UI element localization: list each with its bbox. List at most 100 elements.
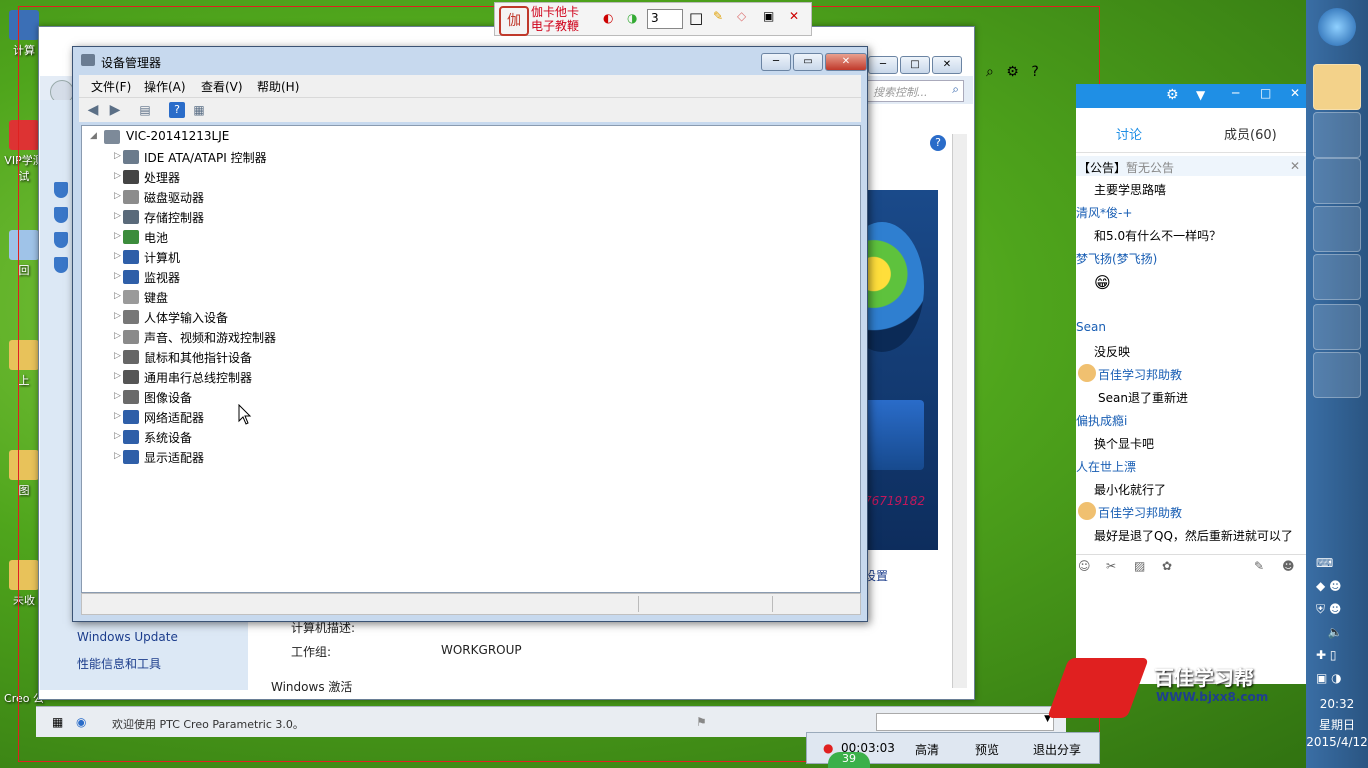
- forward-arrow-icon[interactable]: ▶: [107, 102, 123, 118]
- tab-discussion[interactable]: 讨论: [1116, 124, 1142, 143]
- minimize-icon[interactable]: ─: [1232, 86, 1239, 100]
- add-user-icon[interactable]: ☻: [1282, 559, 1295, 573]
- close-icon[interactable]: ✕: [1290, 159, 1300, 173]
- mouse-left-icon[interactable]: ◐: [603, 11, 613, 25]
- chat-sender[interactable]: 百佳学习邦助教: [1098, 504, 1182, 521]
- close-button[interactable]: ✕: [825, 53, 867, 71]
- security-icon[interactable]: ⛨ ☻: [1316, 598, 1342, 621]
- monitor-icon[interactable]: ▣ ◑: [1316, 667, 1342, 690]
- show-hide-tree-icon[interactable]: ▤: [137, 102, 153, 118]
- expand-arrow-icon[interactable]: ▷: [114, 431, 121, 441]
- menu-view[interactable]: 查看(V): [201, 78, 243, 95]
- close-button[interactable]: ✕: [932, 56, 962, 74]
- image-icon[interactable]: ▨: [1134, 559, 1145, 573]
- link-windows-update[interactable]: Windows Update: [77, 630, 178, 644]
- minimize-button[interactable]: ─: [761, 53, 791, 71]
- settings-icon[interactable]: ⚙: [1166, 87, 1179, 103]
- rectangle-icon[interactable]: □: [689, 9, 703, 27]
- mouse-cursor-icon: [238, 404, 252, 425]
- avatar[interactable]: [1078, 502, 1096, 520]
- taskbar-app-excel[interactable]: [1313, 158, 1361, 204]
- properties-icon[interactable]: ▦: [191, 102, 207, 118]
- taskbar-app-explorer[interactable]: [1313, 112, 1361, 158]
- clock-weekday[interactable]: 星期日: [1306, 716, 1368, 733]
- clock-date[interactable]: 2015/4/12: [1306, 735, 1368, 749]
- tray-misc-icon[interactable]: ✚ ▯: [1316, 644, 1342, 667]
- taskbar-app-notes[interactable]: [1313, 206, 1361, 252]
- mouse-right-icon[interactable]: ◑: [627, 11, 637, 25]
- chat-sender[interactable]: 偏执成瘾i: [1076, 412, 1127, 429]
- eraser-icon[interactable]: ◇: [737, 9, 746, 23]
- expand-arrow-icon[interactable]: ▷: [114, 371, 121, 381]
- expand-arrow-icon[interactable]: ▷: [114, 231, 121, 241]
- preview-button[interactable]: 预览: [975, 741, 999, 758]
- hd-button[interactable]: 高清: [915, 741, 939, 758]
- avatar[interactable]: [1078, 364, 1096, 382]
- device-icon: [123, 250, 139, 264]
- chat-sender[interactable]: 梦飞扬(梦飞扬): [1076, 250, 1157, 267]
- expand-arrow-icon[interactable]: ▷: [114, 331, 121, 341]
- flag-icon[interactable]: ⚑: [696, 715, 707, 729]
- help-circle-icon[interactable]: ?: [930, 135, 946, 151]
- tab-members[interactable]: 成员(60): [1224, 124, 1277, 143]
- save-icon[interactable]: ▣: [763, 9, 774, 23]
- expand-arrow-icon[interactable]: ▷: [114, 211, 121, 221]
- clock-time[interactable]: 20:32: [1306, 697, 1368, 711]
- expand-arrow-icon[interactable]: ▷: [114, 291, 121, 301]
- search-icon[interactable]: ⌕: [986, 64, 994, 80]
- scissors-icon[interactable]: ✂: [1106, 559, 1116, 573]
- maximize-icon[interactable]: □: [1260, 86, 1271, 100]
- annotation-logo[interactable]: 伽: [499, 6, 529, 36]
- back-arrow-icon[interactable]: ◀: [85, 102, 101, 118]
- menu-action[interactable]: 操作(A): [144, 78, 186, 95]
- settings-icon[interactable]: ⚙: [1006, 64, 1019, 80]
- exit-share-button[interactable]: 退出分享: [1033, 741, 1081, 758]
- expand-arrow-icon[interactable]: ▷: [114, 151, 121, 161]
- network-icon[interactable]: ◆ ☻: [1316, 575, 1342, 598]
- collapse-arrow-icon[interactable]: ◢: [90, 131, 97, 141]
- expand-arrow-icon[interactable]: ▷: [114, 311, 121, 321]
- minimize-button[interactable]: ─: [868, 56, 898, 74]
- pen-width-input[interactable]: 3: [647, 9, 683, 29]
- pencil-icon[interactable]: ✎: [713, 9, 723, 23]
- chat-sender[interactable]: 人在世上漂: [1076, 458, 1136, 475]
- chat-sender[interactable]: 清风*俊-+: [1076, 204, 1132, 221]
- chat-sender[interactable]: 百佳学习邦助教: [1098, 366, 1182, 383]
- close-icon[interactable]: ✕: [1290, 86, 1300, 100]
- help-icon[interactable]: ?: [169, 102, 185, 118]
- taskbar-app-qq[interactable]: [1313, 64, 1361, 110]
- expand-arrow-icon[interactable]: ▷: [114, 271, 121, 281]
- chevron-down-icon[interactable]: ▼: [1196, 88, 1205, 102]
- volume-icon[interactable]: 🔈: [1316, 621, 1342, 644]
- edit-icon[interactable]: ✎: [1254, 559, 1264, 573]
- menu-help[interactable]: 帮助(H): [257, 78, 299, 95]
- expand-arrow-icon[interactable]: ▷: [114, 411, 121, 421]
- start-button[interactable]: [1318, 8, 1356, 46]
- taskbar-app-control[interactable]: [1313, 304, 1361, 350]
- keyboard-icon[interactable]: ⌨: [1316, 552, 1342, 575]
- expand-arrow-icon[interactable]: ▷: [114, 171, 121, 181]
- chat-sender[interactable]: Sean: [1076, 320, 1106, 334]
- title-bar[interactable]: 设备管理器 ─ ▭ ✕: [73, 47, 867, 75]
- expand-arrow-icon[interactable]: ▷: [114, 251, 121, 261]
- expand-arrow-icon[interactable]: ▷: [114, 351, 121, 361]
- toolbar: ◀ ▶ ▤ ? ▦: [79, 97, 861, 122]
- expand-arrow-icon[interactable]: ▷: [114, 191, 121, 201]
- taskbar-app-toolbox[interactable]: [1313, 352, 1361, 398]
- menu-file[interactable]: 文件(F): [91, 78, 131, 95]
- filter-dropdown[interactable]: ▼: [876, 713, 1054, 731]
- expand-arrow-icon[interactable]: ▷: [114, 451, 121, 461]
- taskbar-app-window[interactable]: [1313, 254, 1361, 300]
- expand-arrow-icon[interactable]: ▷: [114, 391, 121, 401]
- globe-icon[interactable]: ◉: [76, 715, 86, 729]
- emoji-icon[interactable]: ☺: [1078, 559, 1091, 573]
- link-performance-info[interactable]: 性能信息和工具: [77, 655, 161, 672]
- grid-icon[interactable]: ▦: [52, 715, 63, 729]
- help-icon[interactable]: ?: [1031, 64, 1038, 80]
- flower-icon[interactable]: ✿: [1162, 559, 1172, 573]
- control-panel-scrollbar[interactable]: [952, 134, 967, 688]
- maximize-button[interactable]: ▭: [793, 53, 823, 71]
- control-panel-search[interactable]: 搜索控制... ⌕: [866, 80, 964, 102]
- close-icon[interactable]: ✕: [789, 9, 799, 23]
- maximize-button[interactable]: □: [900, 56, 930, 74]
